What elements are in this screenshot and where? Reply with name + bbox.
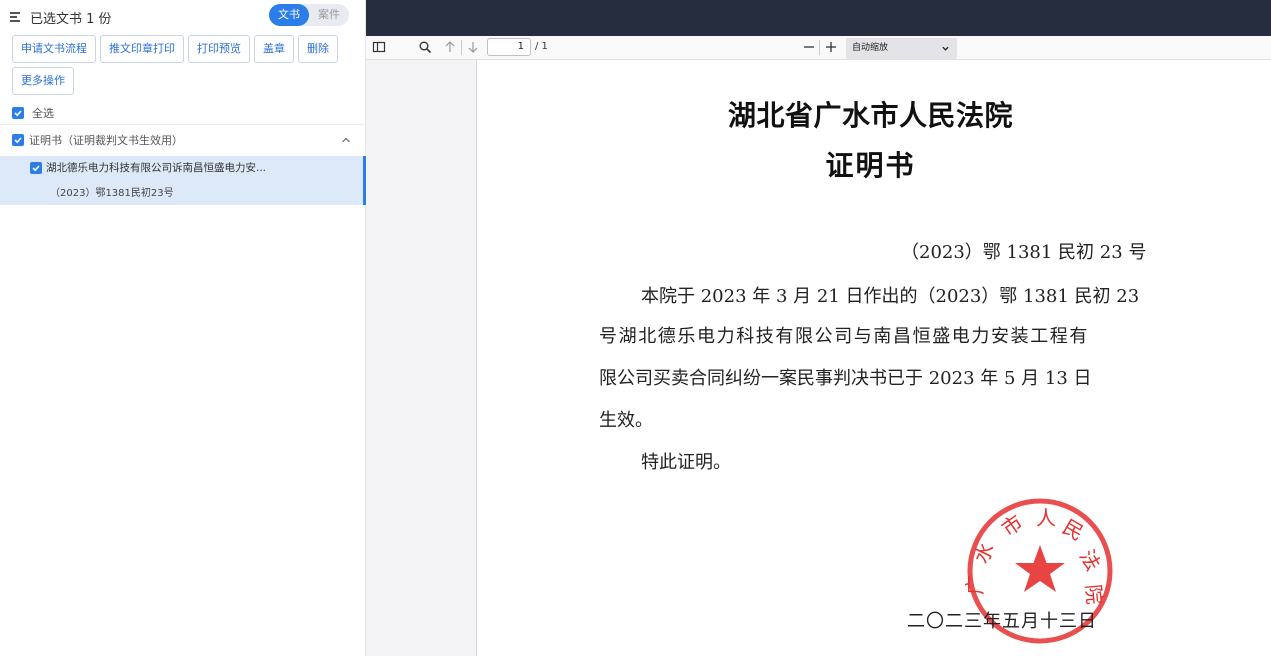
pdf-viewer: 1 / 1 自动缩放 湖北省广水市人民法院 证明书 （2023）鄂 1381 民… — [366, 0, 1271, 656]
delete-button[interactable]: 删除 — [298, 35, 338, 63]
select-all-checkbox[interactable] — [12, 107, 24, 119]
zoom-in-icon[interactable] — [824, 40, 838, 54]
push-seal-print-button[interactable]: 推文印章打印 — [100, 35, 184, 63]
view-toggle[interactable]: 文书 案件 — [269, 4, 349, 26]
document-type-title: 证明书 — [825, 149, 916, 182]
document-list-panel: 已选文书 1 份 文书 案件 申请文书流程 推文印章打印 打印预览 盖章 删除 … — [0, 0, 366, 656]
page-total: / 1 — [535, 41, 548, 52]
document-group-header[interactable]: 证明书（证明裁判文书生效用） — [12, 132, 351, 148]
group-label: 证明书（证明裁判文书生效用） — [29, 134, 183, 147]
zoom-select[interactable]: 自动缩放 — [846, 38, 957, 59]
body-line: 本院于 2023 年 3 月 21 日作出的（2023）鄂 1381 民初 23 — [641, 286, 1140, 307]
svg-text:院: 院 — [1081, 583, 1107, 605]
chevron-down-icon — [942, 46, 949, 51]
toggle-documents[interactable]: 文书 — [269, 4, 309, 26]
select-all-label: 全选 — [32, 107, 54, 120]
document-list-item[interactable]: 湖北德乐电力科技有限公司诉南昌恒盛电力安... （2023）鄂1381民初23号 — [0, 156, 366, 205]
chevron-up-icon[interactable] — [341, 135, 351, 145]
body-line: 生效。 — [599, 410, 653, 431]
toolbar-separator — [819, 40, 820, 55]
svg-text:广: 广 — [964, 575, 987, 595]
arrow-down-icon[interactable] — [466, 40, 480, 54]
viewer-top-bar — [366, 0, 1271, 36]
document-checkbox[interactable] — [30, 161, 42, 174]
selected-count-title: 已选文书 1 份 — [30, 11, 112, 27]
print-preview-button[interactable]: 打印预览 — [188, 35, 250, 63]
body-line: 特此证明。 — [641, 452, 731, 473]
page-number-input[interactable]: 1 — [487, 38, 531, 56]
stamp-button[interactable]: 盖章 — [254, 35, 294, 63]
doc-case-number: （2023）鄂 1381 民初 23 号 — [901, 242, 1147, 263]
court-name: 湖北省广水市人民法院 — [727, 99, 1013, 132]
check-icon — [14, 137, 22, 144]
group-checkbox[interactable] — [12, 134, 24, 146]
list-menu-icon — [10, 11, 22, 23]
document-title: 湖北德乐电力科技有限公司诉南昌恒盛电力安... — [46, 162, 267, 174]
more-actions-button[interactable]: 更多操作 — [12, 67, 74, 95]
zoom-select-value: 自动缩放 — [852, 43, 889, 53]
svg-text:法: 法 — [1075, 546, 1106, 575]
toggle-cases[interactable]: 案件 — [309, 4, 349, 26]
zoom-out-icon[interactable] — [802, 40, 816, 54]
body-line: 号湖北德乐电力科技有限公司与南昌恒盛电力安装工程有 — [599, 326, 1089, 347]
arrow-up-icon[interactable] — [443, 40, 457, 54]
action-buttons: 申请文书流程 推文印章打印 打印预览 盖章 删除 — [12, 35, 338, 63]
apply-flow-button[interactable]: 申请文书流程 — [12, 35, 96, 63]
svg-text:人: 人 — [1036, 506, 1056, 530]
select-all-row[interactable]: 全选 — [12, 105, 54, 121]
check-icon — [32, 164, 40, 171]
sidebar-toggle-icon[interactable] — [372, 40, 386, 54]
search-icon[interactable] — [418, 40, 432, 54]
pdf-page: 湖北省广水市人民法院 证明书 （2023）鄂 1381 民初 23 号 本院于 … — [476, 60, 1271, 656]
document-date: 二〇二三年五月十三日 — [907, 611, 1097, 632]
divider — [0, 124, 365, 125]
body-line: 限公司买卖合同纠纷一案民事判决书已于 2023 年 5 月 13 日 — [599, 368, 1092, 389]
check-icon — [14, 110, 22, 117]
pdf-toolbar: 1 / 1 自动缩放 — [366, 36, 1271, 60]
toolbar-separator — [461, 40, 462, 55]
document-case-number: （2023）鄂1381民初23号 — [50, 188, 174, 199]
